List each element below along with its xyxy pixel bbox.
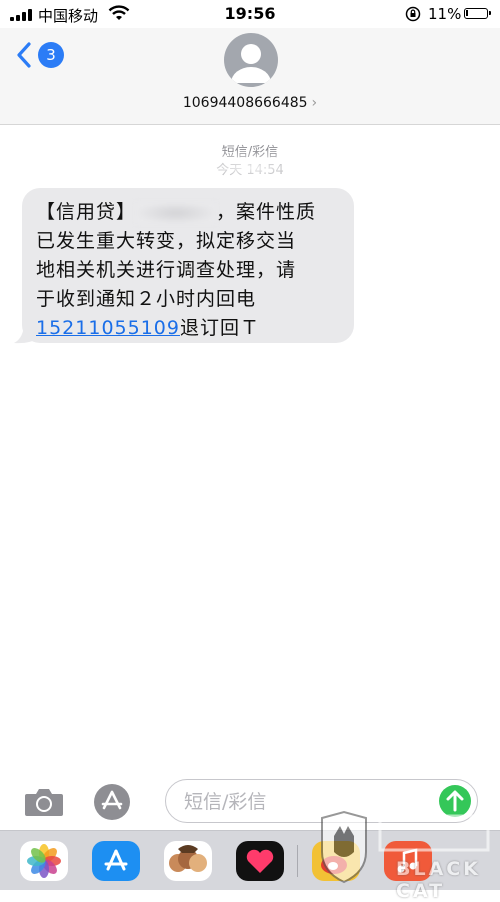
conversation-header: 3 10694408666485 ›: [0, 28, 500, 125]
battery-percent: 11%: [428, 5, 462, 23]
message-text: 【信用贷】 ，案件性质 已发生重大转变，拟定移交当 地相关机关进行调查处理，请 于…: [36, 198, 340, 343]
camera-icon[interactable]: [24, 786, 64, 818]
unread-count-badge: 3: [38, 42, 64, 68]
contact-number: 10694408666485: [182, 95, 308, 111]
phone-number-link[interactable]: 15211055109: [36, 317, 180, 339]
contact-avatar[interactable]: [224, 33, 278, 87]
message-line: ，案件性质: [216, 201, 317, 223]
app-store-icon[interactable]: [92, 841, 140, 881]
message-line: 地相关机关进行调查处理，请: [36, 259, 297, 281]
memoji-icon[interactable]: [164, 841, 212, 881]
redacted-name: [136, 201, 217, 224]
status-bar: 中国移动 19:56 11%: [0, 0, 500, 28]
black-cat-watermark: BLACK CAT: [318, 808, 500, 902]
message-line: 于收到通知２小时内回电: [36, 288, 257, 310]
photos-app-icon[interactable]: [20, 841, 68, 881]
chevron-right-icon: ›: [311, 95, 318, 111]
contact-name[interactable]: 10694408666485 ›: [0, 95, 500, 111]
status-time: 19:56: [224, 4, 276, 23]
back-button[interactable]: 3: [14, 40, 74, 70]
apps-button[interactable]: [94, 784, 130, 820]
incoming-message-bubble[interactable]: 【信用贷】 ，案件性质 已发生重大转变，拟定移交当 地相关机关进行调查处理，请 于…: [22, 188, 354, 343]
person-icon: [231, 44, 271, 83]
watermark-text: BLACK CAT: [396, 858, 481, 902]
message-line: 已发生重大转变，拟定移交当: [36, 230, 297, 252]
message-type-label: 短信/彩信: [221, 145, 279, 160]
digital-touch-icon[interactable]: [236, 841, 284, 881]
message-timestamp: 今天 14:54: [216, 163, 284, 178]
drawer-divider: [297, 845, 298, 877]
app-store-icon: [101, 790, 123, 810]
chevron-left-icon: [17, 42, 31, 68]
message-line: 【信用贷】: [36, 201, 137, 223]
message-suffix: 退订回Ｔ: [179, 317, 260, 339]
battery-icon: [464, 8, 491, 19]
orientation-lock-icon: [405, 6, 421, 22]
